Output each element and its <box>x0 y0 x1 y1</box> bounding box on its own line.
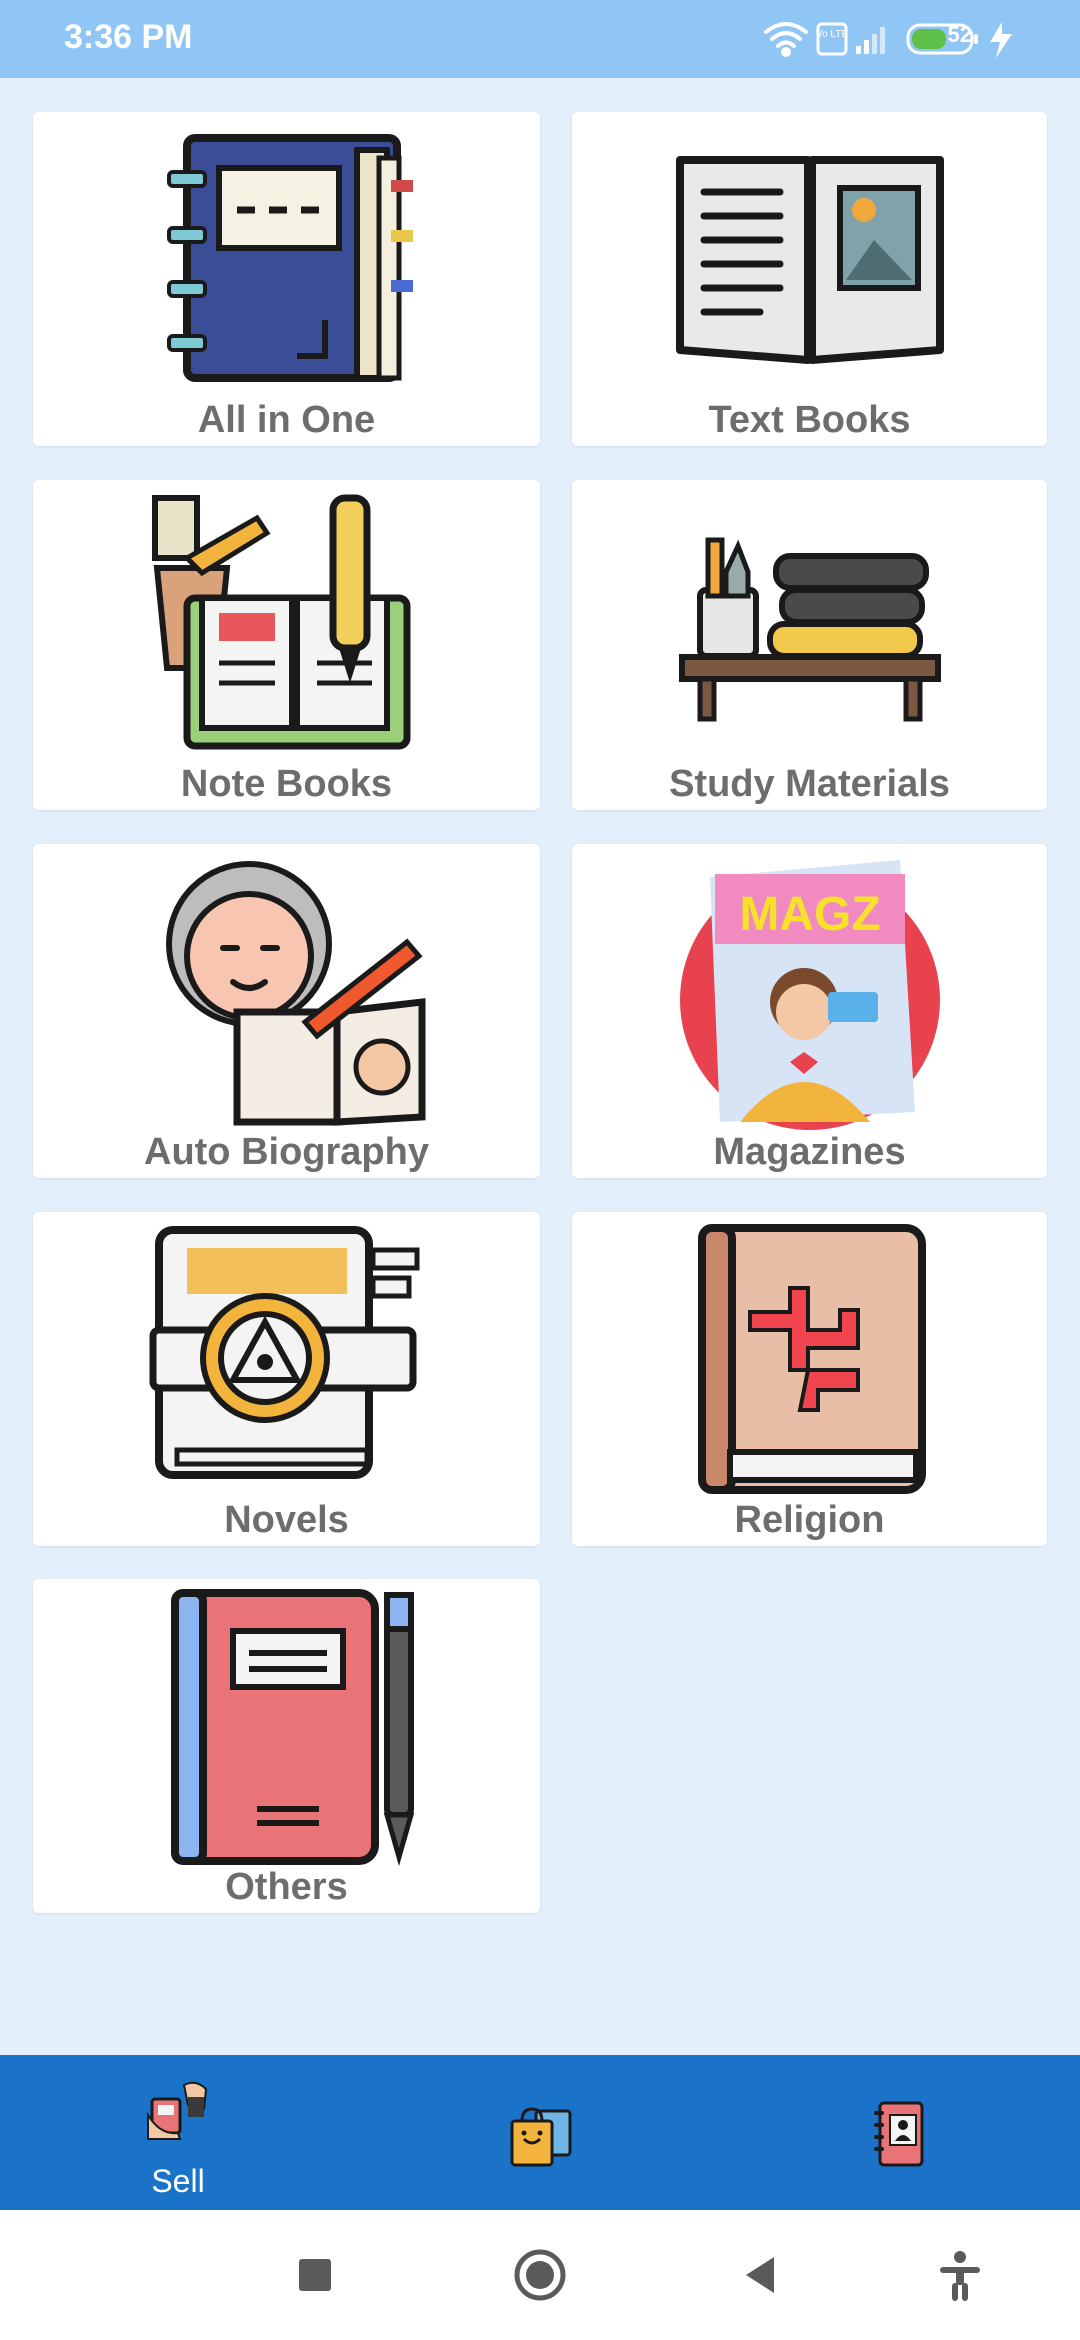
contact-book-icon <box>874 2101 924 2167</box>
recents-button[interactable] <box>285 2245 345 2305</box>
accessibility-icon <box>940 2251 980 2301</box>
religion-book-icon <box>697 1224 926 1494</box>
category-auto-biography[interactable]: Auto Biography <box>33 844 540 1178</box>
bottom-navigation: Sell <box>0 2055 1080 2210</box>
category-note-books[interactable]: Note Books <box>33 480 540 810</box>
wifi-icon <box>764 22 808 57</box>
autobiography-icon <box>165 861 425 1126</box>
category-label: Study Materials <box>669 763 950 805</box>
sell-hands-icon <box>147 2081 208 2140</box>
shopping-bags-icon <box>510 2107 572 2167</box>
category-magazines[interactable]: MAGZ Magazines <box>572 844 1047 1178</box>
signal-icon <box>856 27 885 54</box>
category-label: Novels <box>224 1499 349 1541</box>
category-all-in-one[interactable]: All in One <box>33 112 540 446</box>
category-label: Auto Biography <box>144 1131 429 1173</box>
triangle-back-icon <box>746 2257 774 2293</box>
other-book-icon <box>170 1589 414 1867</box>
bookshelf-icon <box>678 537 941 722</box>
home-button[interactable] <box>510 2245 570 2305</box>
volte-icon: Vo LTE <box>816 22 848 56</box>
category-novels[interactable]: Novels <box>33 1212 540 1546</box>
square-icon <box>299 2259 331 2291</box>
novel-book-icon <box>149 1226 419 1479</box>
status-bar: 3:36 PM Vo LTE 52 <box>0 0 1080 78</box>
status-time: 3:36 PM <box>64 18 193 56</box>
nav-contacts[interactable] <box>800 2055 1000 2210</box>
notebook-stationery-icon <box>151 494 410 750</box>
back-button[interactable] <box>732 2245 792 2305</box>
category-label: Others <box>225 1866 348 1908</box>
category-label: All in One <box>197 399 376 441</box>
system-navigation-bar <box>0 2210 1080 2340</box>
open-book-icon <box>675 156 944 364</box>
category-label: Magazines <box>713 1131 906 1173</box>
nav-sell-label: Sell <box>151 2163 205 2199</box>
category-label: Religion <box>734 1499 885 1541</box>
magazine-icon: MAGZ <box>679 860 940 1130</box>
category-label: Text Books <box>708 399 911 441</box>
category-study-materials[interactable]: Study Materials <box>572 480 1047 810</box>
category-text-books[interactable]: Text Books <box>572 112 1047 446</box>
status-icons: Vo LTE <box>764 22 1012 58</box>
notebook-binder-icon <box>166 134 413 382</box>
category-label: Note Books <box>180 763 393 805</box>
nav-shop[interactable] <box>440 2055 640 2210</box>
battery-percent: 52 <box>947 22 972 47</box>
charging-icon <box>990 22 1012 58</box>
category-religion[interactable]: Religion <box>572 1212 1047 1546</box>
volte-text: Vo LTE <box>816 29 848 40</box>
nav-sell[interactable]: Sell <box>78 2055 278 2210</box>
category-others[interactable]: Others <box>33 1579 540 1913</box>
svg-text:MAGZ: MAGZ <box>739 888 880 941</box>
accessibility-button[interactable] <box>930 2245 990 2305</box>
